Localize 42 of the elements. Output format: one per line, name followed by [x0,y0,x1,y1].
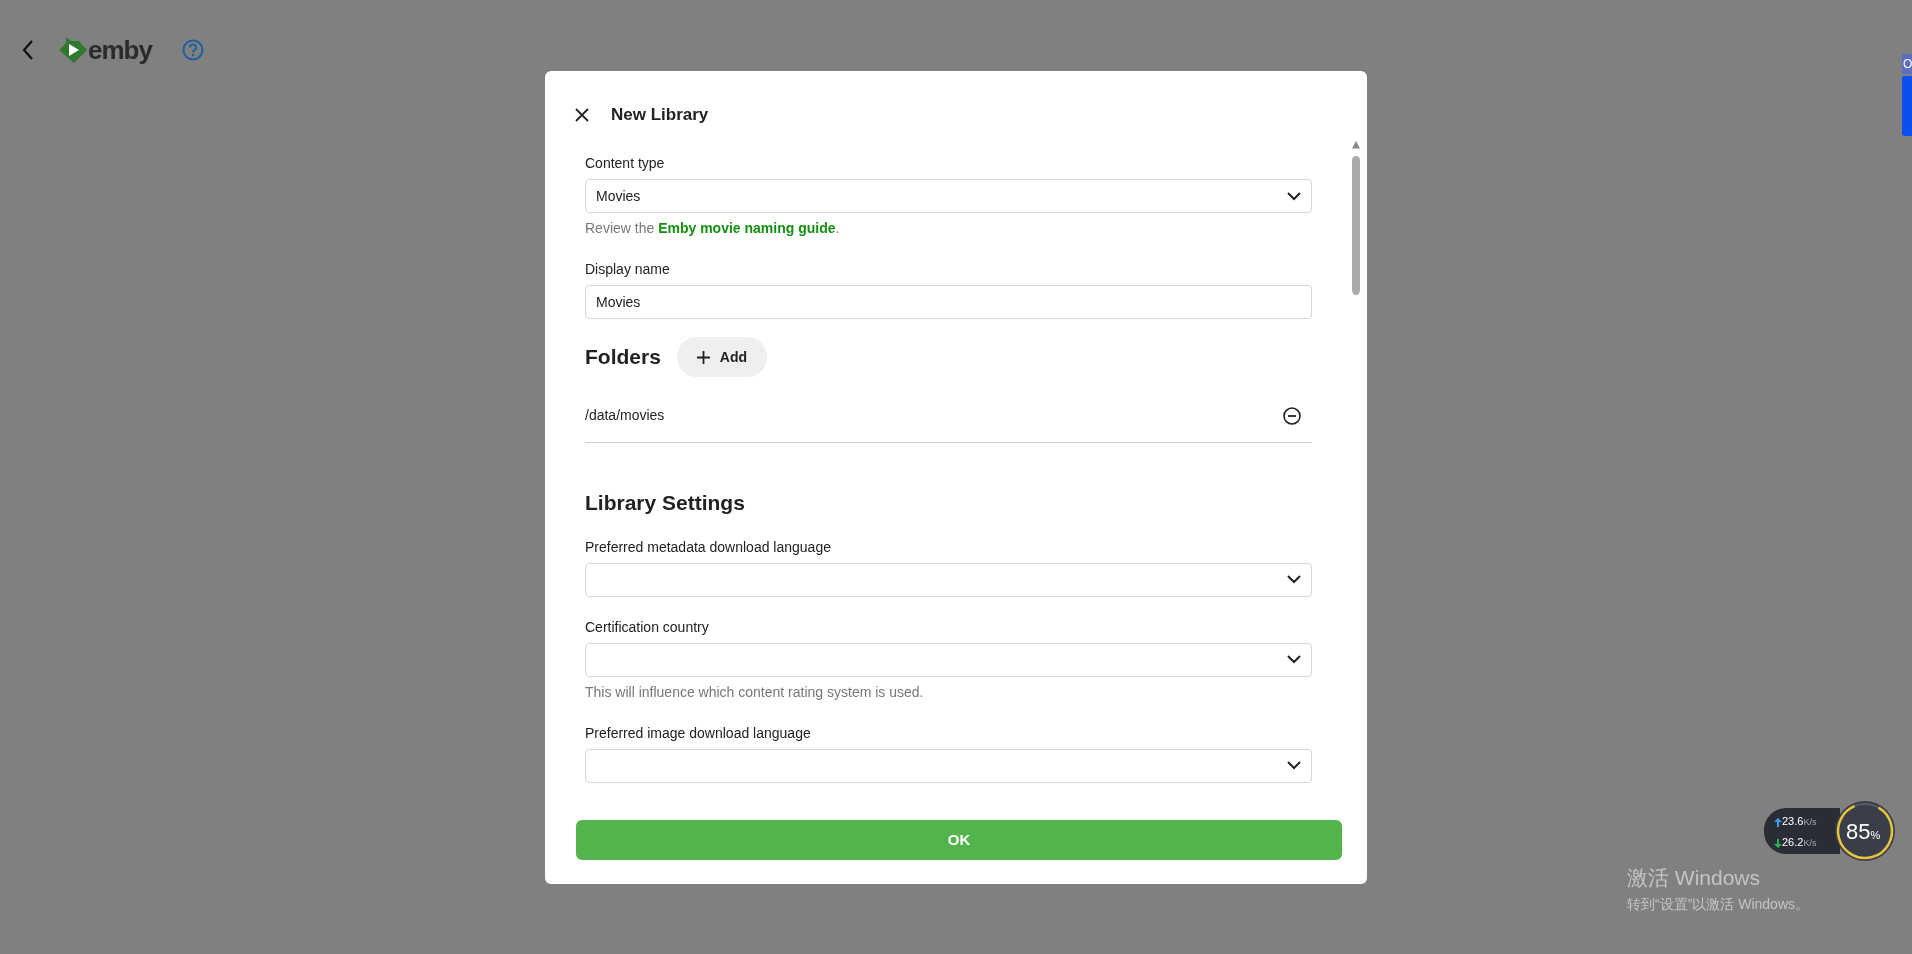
percent-sign: % [1870,829,1881,843]
plus-icon [696,350,710,364]
select-field[interactable] [585,748,1312,783]
download-arrow-icon [1774,838,1782,848]
folder-path: /data/movies [585,406,665,425]
select-field[interactable] [585,562,1312,597]
select-field[interactable]: Movies [585,179,1312,213]
usage-percent: 85 [1846,818,1871,846]
logo-text: emby [88,33,152,67]
select-field[interactable] [585,642,1312,677]
activation-message: 转到“设置”以激活 Windows。 [1627,894,1809,914]
remove-icon[interactable] [1283,406,1301,425]
speed-unit: K/s [1803,817,1817,827]
input-field[interactable]: Movies [585,285,1312,319]
section-heading: Library Settings [585,490,746,516]
upload-speed: 23.6 [1782,815,1804,827]
section-heading: Folders [585,344,661,371]
usage-gauge [1834,800,1896,862]
field-label: Preferred metadata download language [585,537,831,557]
side-panel[interactable] [1902,76,1912,136]
back-icon[interactable] [22,40,34,60]
help-text: Review the Emby movie naming guide. [585,219,841,238]
upload-arrow-icon [1774,817,1782,827]
add-button[interactable]: Add [676,337,768,377]
field-label: Certification country [585,617,709,637]
chevron-down-icon [1287,761,1301,770]
field-label: Content type [585,154,665,173]
close-icon[interactable] [575,108,589,122]
field-label: Display name [585,260,670,279]
speed-unit: K/s [1803,838,1817,848]
activation-title: 激活 Windows [1627,865,1762,891]
field-label: Preferred image download language [585,723,811,743]
chevron-down-icon [1287,191,1301,201]
naming-guide-link[interactable]: Emby movie naming guide [658,220,836,236]
dialog-title: New Library [611,104,709,127]
help-text: This will influence which content rating system is used. [585,682,925,702]
help-icon[interactable] [181,39,204,61]
logo-icon [58,36,88,64]
side-tab[interactable]: O [1902,54,1912,74]
download-speed: 26.2 [1782,836,1804,848]
chevron-down-icon [1287,575,1301,584]
chevron-down-icon [1287,655,1301,664]
